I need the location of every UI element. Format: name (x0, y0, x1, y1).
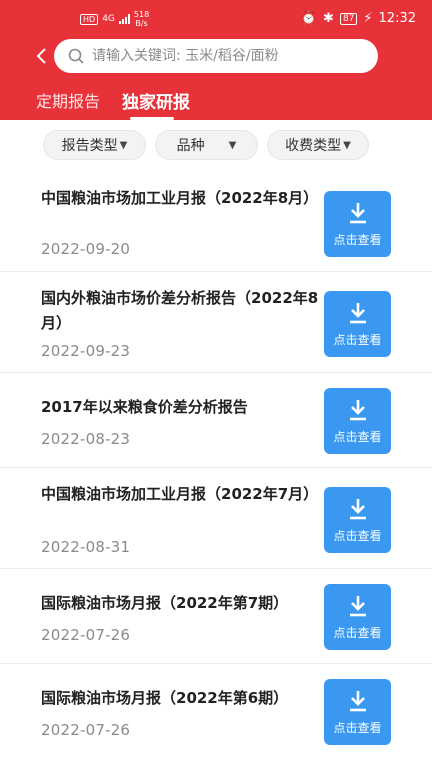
report-date: 2022-08-31 (41, 538, 131, 556)
report-title: 国际粮油市场月报（2022年第6期） (41, 689, 289, 707)
view-report-label: 点击查看 (333, 625, 382, 640)
view-report-label: 点击查看 (333, 232, 382, 247)
filter-report-type[interactable]: 报告类型 ▼ (43, 130, 146, 160)
view-report-label: 点击查看 (333, 528, 382, 543)
caret-down-icon: ▼ (343, 139, 351, 151)
net-speed-unit: B/s (135, 19, 148, 28)
view-report-label: 点击查看 (333, 720, 382, 735)
charging-icon: ⚡ (363, 11, 373, 26)
report-date: 2022-07-26 (41, 721, 131, 739)
view-report-button[interactable]: 点击查看 (324, 191, 391, 257)
net-speed: 518 B/s (134, 10, 149, 28)
report-title: 国内外粮油市场价差分析报告（2022年8月） (41, 289, 319, 332)
bluetooth-icon: ✱ (323, 11, 334, 26)
signal-strength-icon (118, 14, 130, 24)
download-icon (349, 498, 366, 519)
list-item[interactable]: 2017年以来粮食价差分析报告 2022-08-23 点击查看 (0, 373, 432, 468)
list-item[interactable]: 国际粮油市场月报（2022年第7期） 2022-07-26 点击查看 (0, 569, 432, 664)
report-title: 中国粮油市场加工业月报（2022年7月） (41, 485, 319, 503)
hd-indicator: HD (80, 13, 99, 25)
filter-bar: 报告类型 ▼ 品种 ▼ 收费类型 ▼ (0, 130, 432, 162)
download-icon (349, 202, 366, 223)
report-title: 国际粮油市场月报（2022年第7期） (41, 594, 289, 612)
chevron-left-icon (36, 48, 46, 64)
list-item[interactable]: 中国粮油市场加工业月报（2022年7月） 2022-08-31 点击查看 (0, 468, 432, 569)
caret-down-icon: ▼ (119, 139, 128, 151)
view-report-button[interactable]: 点击查看 (324, 584, 391, 650)
report-list: 中国粮油市场加工业月报（2022年8月） 2022-09-20 点击查看 国内外… (0, 172, 432, 760)
tab-bar: 定期报告 独家研报 (0, 88, 432, 120)
alarm-icon: ⏰ (300, 11, 318, 26)
report-date: 2022-08-23 (41, 430, 131, 448)
download-icon (349, 595, 366, 616)
tab-periodic-reports[interactable]: 定期报告 (36, 88, 100, 112)
app-header: 定期报告 独家研报 (0, 36, 432, 120)
filter-fee-type[interactable]: 收费类型 ▼ (267, 130, 369, 160)
signal-type: 4G (102, 14, 115, 24)
report-date: 2022-09-23 (41, 342, 131, 360)
view-report-label: 点击查看 (333, 332, 382, 347)
filter-label: 收费类型 (285, 138, 342, 154)
list-item[interactable]: 中国粮油市场加工业月报（2022年8月） 2022-09-20 点击查看 (0, 172, 432, 272)
view-report-button[interactable]: 点击查看 (324, 388, 391, 454)
list-item[interactable]: 国内外粮油市场价差分析报告（2022年8月） 2022-09-23 点击查看 (0, 272, 432, 373)
caret-down-icon: ▼ (228, 139, 237, 151)
filter-variety[interactable]: 品种 ▼ (155, 130, 258, 160)
status-bar: HD 4G 518 B/s ⏰ ✱ 87 ⚡ 12:32 (0, 0, 432, 36)
view-report-button[interactable]: 点击查看 (324, 291, 391, 357)
battery-icon: 87 (339, 12, 358, 25)
filter-label: 报告类型 (61, 138, 118, 154)
download-icon (349, 399, 366, 420)
report-date: 2022-07-26 (41, 626, 131, 644)
report-title: 2017年以来粮食价差分析报告 (41, 398, 248, 416)
view-report-label: 点击查看 (333, 429, 382, 444)
status-bar-right: ⏰ ✱ 87 ⚡ 12:32 (301, 11, 416, 26)
filter-label: 品种 (176, 138, 205, 154)
report-title: 中国粮油市场加工业月报（2022年8月） (41, 189, 319, 207)
view-report-button[interactable]: 点击查看 (324, 487, 391, 553)
net-speed-value: 518 (133, 10, 150, 19)
view-report-button[interactable]: 点击查看 (324, 679, 391, 745)
search-icon (68, 48, 84, 64)
status-bar-left: HD 4G 518 B/s (80, 10, 149, 28)
download-icon (349, 690, 366, 711)
download-icon (349, 302, 366, 323)
tab-exclusive-research[interactable]: 独家研报 (122, 88, 190, 113)
active-tab-indicator (130, 117, 174, 120)
search-input[interactable] (92, 48, 362, 64)
clock: 12:32 (378, 11, 416, 26)
report-date: 2022-09-20 (41, 240, 131, 258)
search-bar[interactable] (54, 39, 378, 73)
list-item[interactable]: 国际粮油市场月报（2022年第6期） 2022-07-26 点击查看 (0, 664, 432, 760)
back-button[interactable] (32, 46, 52, 66)
